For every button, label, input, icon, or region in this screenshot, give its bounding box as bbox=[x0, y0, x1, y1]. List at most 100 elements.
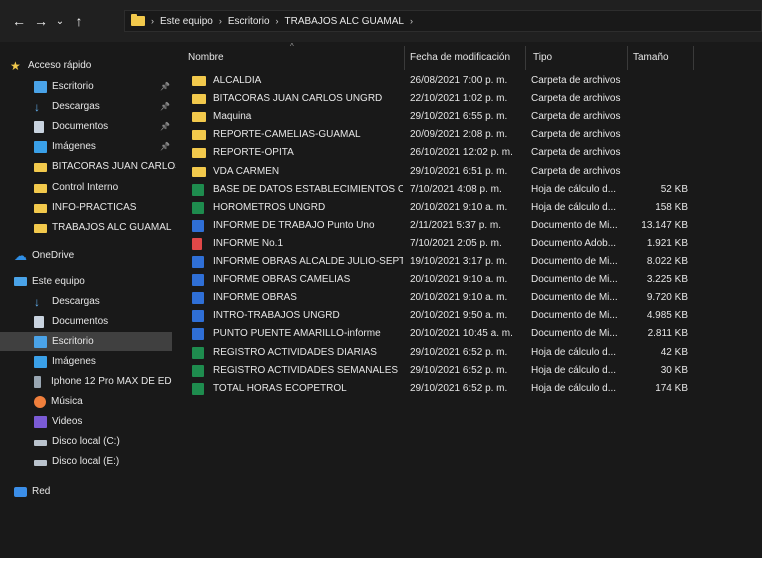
breadcrumb-item-trabajos-alc-guamal[interactable]: TRABAJOS ALC GUAMAL bbox=[285, 16, 404, 27]
table-row[interactable]: INFORME No.1 7/10/2021 2:05 p. m. Document… bbox=[188, 235, 688, 253]
pin-icon[interactable]: 📌 bbox=[160, 102, 170, 111]
file-name: INFORME OBRAS CAMELIAS bbox=[213, 274, 351, 286]
file-date: 29/10/2021 6:52 p. m. bbox=[410, 364, 508, 376]
file-date: 29/10/2021 6:52 p. m. bbox=[410, 346, 508, 358]
recent-locations-chevron-icon[interactable]: ⌄ bbox=[52, 10, 68, 32]
table-row[interactable]: REGISTRO ACTIVIDADES SEMANALES 29/10/2021… bbox=[188, 362, 688, 380]
file-type: Hoja de cálculo d... bbox=[531, 346, 617, 358]
file-date: 26/10/2021 12:02 p. m. bbox=[410, 147, 513, 159]
sidebar-item-20[interactable]: Red bbox=[0, 482, 176, 501]
sort-ascending-icon: ^ bbox=[290, 42, 294, 51]
table-row[interactable]: REPORTE-CAMELIAS-GUAMAL 20/09/2021 2:08 p… bbox=[188, 126, 688, 144]
file-date: 19/10/2021 3:17 p. m. bbox=[410, 256, 508, 267]
sidebar-item-9[interactable]: ☁ OneDrive bbox=[0, 246, 176, 265]
screen-margin-bottom bbox=[0, 558, 776, 571]
column-header-type[interactable]: Tipo bbox=[533, 52, 552, 63]
chevron-right-icon[interactable]: › bbox=[410, 16, 413, 26]
column-divider[interactable] bbox=[525, 46, 526, 70]
chevron-right-icon[interactable]: › bbox=[219, 16, 222, 26]
table-row[interactable]: HOROMETROS UNGRD 20/10/2021 9:10 a. m. Hoj… bbox=[188, 199, 688, 217]
file-date: 20/10/2021 9:10 a. m. bbox=[410, 292, 508, 304]
sidebar-item-14[interactable]: Imágenes bbox=[0, 352, 176, 371]
videos-icon bbox=[34, 415, 47, 428]
sidebar-item-0[interactable]: ★ Acceso rápido bbox=[0, 56, 176, 75]
table-row[interactable]: ALCALDIA 26/08/2021 7:00 p. m. Carpeta de … bbox=[188, 72, 688, 90]
file-name: Maquina bbox=[213, 111, 252, 123]
file-size: 42 KB bbox=[660, 346, 688, 358]
sidebar-item-8[interactable]: TRABAJOS ALC GUAMAL bbox=[0, 218, 176, 237]
table-row[interactable]: Maquina 29/10/2021 6:55 p. m. Carpeta de a… bbox=[188, 108, 688, 126]
sidebar-item-4[interactable]: Imágenes 📌 bbox=[0, 137, 176, 156]
sidebar-item-13[interactable]: Escritorio bbox=[0, 332, 172, 351]
pin-icon[interactable]: 📌 bbox=[160, 142, 170, 151]
file-type: Documento Adob... bbox=[531, 237, 617, 249]
file-type: Carpeta de archivos bbox=[531, 93, 621, 105]
sidebar-item-5[interactable]: BITACORAS JUAN CARLOS bbox=[0, 157, 176, 176]
sidebar-item-1[interactable]: Escritorio 📌 bbox=[0, 77, 176, 96]
file-type: Carpeta de archivos bbox=[531, 111, 621, 123]
word-file-icon bbox=[192, 256, 204, 268]
column-header-name[interactable]: Nombre bbox=[188, 52, 224, 63]
sidebar-item-6[interactable]: Control Interno bbox=[0, 178, 176, 197]
sidebar-item-11[interactable]: ↓ Descargas bbox=[0, 292, 176, 311]
column-header-size[interactable]: Tamaño bbox=[633, 52, 669, 63]
file-date: 29/10/2021 6:51 p. m. bbox=[410, 165, 508, 177]
breadcrumb[interactable]: › Este equipo › Escritorio › TRABAJOS AL… bbox=[124, 10, 762, 32]
sidebar-item-18[interactable]: Disco local (C:) bbox=[0, 432, 176, 451]
network-icon bbox=[14, 486, 27, 497]
file-size: 174 KB bbox=[655, 382, 688, 394]
file-size: 9.720 KB bbox=[646, 292, 688, 304]
address-bar: ← → ⌄ ↑ › Este equipo › Escritorio › TRA… bbox=[0, 0, 762, 42]
table-row[interactable]: VDA CARMEN 29/10/2021 6:51 p. m. Carpeta d… bbox=[188, 163, 688, 181]
pin-icon[interactable]: 📌 bbox=[160, 82, 170, 91]
sidebar-item-15[interactable]: Iphone 12 Pro MAX DE ED bbox=[0, 372, 176, 391]
table-row[interactable]: REGISTRO ACTIVIDADES DIARIAS 29/10/2021 6… bbox=[188, 344, 688, 362]
sidebar-item-10[interactable]: Este equipo bbox=[0, 272, 176, 291]
table-row[interactable]: BITACORAS JUAN CARLOS UNGRD 22/10/2021 1:… bbox=[188, 90, 688, 108]
file-name: ALCALDIA bbox=[213, 75, 262, 86]
back-arrow-icon[interactable]: ← bbox=[8, 10, 30, 32]
table-row[interactable]: TOTAL HORAS ECOPETROL 29/10/2021 6:52 p. … bbox=[188, 380, 688, 398]
file-name: REGISTRO ACTIVIDADES SEMANALES bbox=[213, 364, 399, 376]
file-type: Documento de Mi... bbox=[531, 274, 618, 286]
file-name: INFORME OBRAS bbox=[213, 292, 297, 304]
screen-margin-right bbox=[762, 0, 776, 571]
sidebar-item-17[interactable]: Videos bbox=[0, 412, 176, 431]
table-row[interactable]: INFORME OBRAS ALCALDE JULIO-SEPTIE... 19/… bbox=[188, 253, 688, 271]
sidebar-item-3[interactable]: Documentos 📌 bbox=[0, 117, 176, 136]
table-row[interactable]: REPORTE-OPITA 26/10/2021 12:02 p. m. Carpe… bbox=[188, 144, 688, 162]
table-row[interactable]: BASE DE DATOS ESTABLECIMIENTOS CO... 7/10… bbox=[188, 181, 688, 199]
excel-file-icon bbox=[192, 346, 204, 359]
word-file-icon bbox=[192, 219, 204, 232]
file-list: ^ Nombre Fecha de modificación Tipo Tama… bbox=[180, 42, 762, 558]
sidebar-item-19[interactable]: Disco local (E:) bbox=[0, 452, 176, 471]
music-icon bbox=[34, 395, 46, 408]
sidebar-item-2[interactable]: ↓ Descargas 📌 bbox=[0, 97, 176, 116]
sidebar-item-12[interactable]: Documentos bbox=[0, 312, 176, 331]
breadcrumb-item-este-equipo[interactable]: Este equipo bbox=[160, 16, 213, 27]
column-header-date[interactable]: Fecha de modificación bbox=[410, 52, 510, 63]
pin-icon[interactable]: 📌 bbox=[160, 122, 170, 131]
file-name: REPORTE-CAMELIAS-GUAMAL bbox=[213, 129, 361, 141]
table-row[interactable]: INFORME OBRAS 20/10/2021 9:10 a. m. Docume… bbox=[188, 289, 688, 307]
sidebar-item-label: Acceso rápido bbox=[28, 60, 92, 71]
breadcrumb-item-escritorio[interactable]: Escritorio bbox=[228, 16, 270, 27]
file-date: 2/11/2021 5:37 p. m. bbox=[410, 219, 501, 231]
table-row[interactable]: INFORME DE TRABAJO Punto Uno 2/11/2021 5:… bbox=[188, 217, 688, 235]
sidebar-item-16[interactable]: Música bbox=[0, 392, 176, 411]
column-divider[interactable] bbox=[404, 46, 405, 70]
sidebar-item-7[interactable]: INFO-PRACTICAS bbox=[0, 198, 176, 217]
table-row[interactable]: INTRO-TRABAJOS UNGRD 20/10/2021 9:50 a. m… bbox=[188, 307, 688, 325]
chevron-right-icon[interactable]: › bbox=[151, 16, 154, 26]
forward-arrow-icon[interactable]: → bbox=[30, 10, 52, 32]
file-size: 2.811 KB bbox=[647, 328, 688, 340]
column-divider[interactable] bbox=[627, 46, 628, 70]
table-row[interactable]: PUNTO PUENTE AMARILLO-informe 20/10/2021 … bbox=[188, 325, 688, 343]
star-icon: ★ bbox=[10, 58, 21, 73]
folder-icon bbox=[131, 14, 145, 26]
column-divider[interactable] bbox=[693, 46, 694, 70]
table-row[interactable]: INFORME OBRAS CAMELIAS 20/10/2021 9:10 a.… bbox=[188, 271, 688, 289]
up-arrow-icon[interactable]: ↑ bbox=[68, 10, 90, 32]
sidebar-item-label: Imágenes bbox=[52, 356, 96, 367]
chevron-right-icon[interactable]: › bbox=[276, 16, 279, 26]
